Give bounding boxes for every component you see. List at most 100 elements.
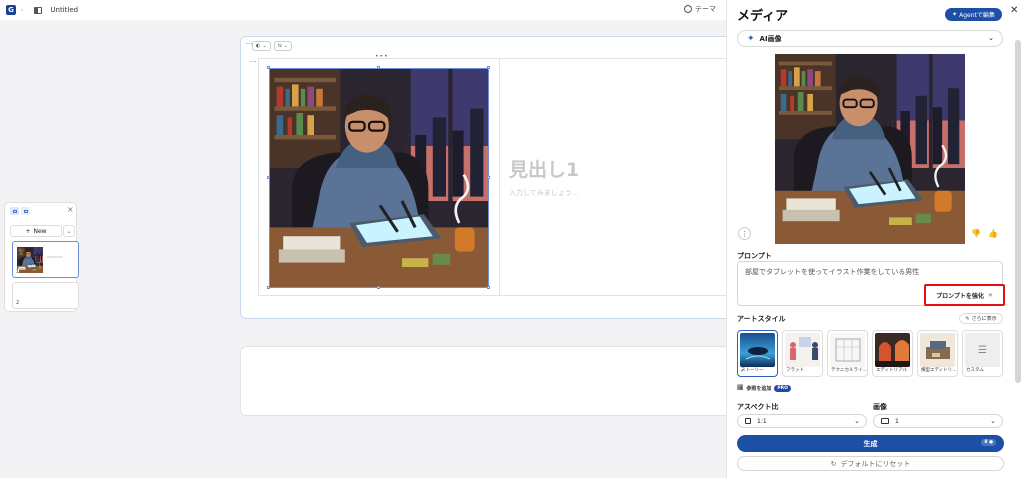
grid-view-icon[interactable]	[21, 207, 30, 215]
show-more-label: さらに表示	[971, 316, 997, 322]
generated-image-preview[interactable]	[775, 54, 965, 244]
close-icon[interactable]: ×	[67, 205, 74, 214]
horizontal-editorial-style-preview	[920, 333, 955, 367]
chevron-down-icon: ⌄	[283, 43, 288, 49]
new-slide-button[interactable]: + New	[10, 225, 62, 237]
column-divider	[499, 58, 500, 296]
image-count-value: 1	[895, 417, 899, 425]
resize-handle[interactable]	[487, 286, 490, 289]
aspect-ratio-value: 1:1	[757, 417, 767, 425]
image-add-icon: 🖼	[737, 385, 744, 391]
card-toolbar: ◐ ⌄ ⇆ ⌄	[252, 41, 292, 51]
generate-button[interactable]: 生成 8 ●	[737, 435, 1004, 452]
app-logo-icon[interactable]: G	[6, 5, 16, 15]
chevron-down-icon: ⌄	[262, 43, 267, 49]
art-style-name: カスタム	[966, 368, 984, 373]
image-count-label: 画像	[873, 403, 887, 411]
new-slide-label: New	[33, 227, 47, 235]
chevron-down-icon: ⌄	[988, 34, 994, 42]
more-options-icon[interactable]: ⋮	[738, 227, 751, 240]
resize-handle[interactable]	[267, 66, 270, 69]
art-style-option[interactable]: フラット	[782, 330, 823, 377]
reset-default-button[interactable]: ↻ デフォルトにリセット	[737, 456, 1004, 471]
card-layout-tool[interactable]: ⇆ ⌄	[273, 41, 292, 51]
palette-icon	[684, 5, 692, 13]
drag-handle-icon[interactable]: ⋮	[245, 40, 253, 47]
magic-wand-icon: ✧	[987, 291, 993, 299]
image-icon	[881, 418, 889, 424]
art-style-option[interactable]: 横型エディトリ...	[917, 330, 958, 377]
square-icon	[745, 418, 751, 424]
block-handle-icon[interactable]: ⋮	[249, 58, 257, 65]
flat-style-preview	[785, 333, 820, 367]
close-icon[interactable]: ✕	[1010, 5, 1018, 16]
chevron-down-icon[interactable]: ⌄	[63, 225, 75, 237]
add-reference-button[interactable]: 🖼 参照を追加 PRO	[737, 383, 791, 393]
slide-thumbnail[interactable]: 2	[12, 282, 79, 309]
resize-handle[interactable]	[487, 176, 490, 179]
art-style-name: フラット	[786, 368, 804, 373]
thumbs-down-icon[interactable]: 👎	[971, 229, 981, 238]
enhance-prompt-button[interactable]: プロンプトを強化 ✧	[924, 284, 1005, 306]
image-source-select[interactable]: ✦ AI画像 ⌄	[737, 30, 1003, 47]
reset-default-label: デフォルトにリセット	[840, 459, 911, 468]
resize-handle[interactable]	[377, 66, 380, 69]
art-style-option[interactable]: ☰ カスタム	[962, 330, 1003, 377]
story-style-preview	[740, 333, 775, 367]
sidebar-toggle-icon[interactable]	[34, 6, 43, 14]
resize-handle[interactable]	[487, 66, 490, 69]
plus-icon: +	[25, 227, 31, 235]
credit-cost-badge: 8 ●	[981, 439, 996, 446]
add-reference-label: 参照を追加	[746, 385, 772, 392]
layout-icon: ⇆	[277, 43, 282, 49]
resize-handle[interactable]	[267, 286, 270, 289]
art-style-name: テクニカルライ...	[831, 368, 867, 373]
slide-thumbnail-image	[17, 247, 43, 273]
slide-card[interactable]	[240, 346, 740, 416]
slide-heading[interactable]: 見出し1	[509, 155, 579, 182]
thumbs-up-icon[interactable]: 👍	[988, 229, 998, 238]
technical-style-preview	[830, 333, 865, 367]
show-more-button[interactable]: ✎ さらに表示	[959, 313, 1003, 324]
resize-handle[interactable]	[267, 176, 270, 179]
art-style-name: ストーリー	[741, 368, 764, 373]
prompt-label: プロンプト	[737, 252, 772, 260]
pro-badge: PRO	[774, 384, 791, 392]
chevron-down-icon: ⌄	[854, 417, 860, 425]
document-title[interactable]: Untitled	[50, 6, 78, 14]
slide-thumbnail-text-line	[47, 256, 63, 258]
generate-label: 生成	[863, 439, 878, 448]
slide-number: 1	[16, 269, 20, 275]
agent-edit-label: Agentで編集	[959, 12, 995, 19]
breadcrumb-separator: ›	[21, 6, 24, 14]
slide-thumbnail[interactable]: 1	[12, 241, 79, 278]
art-style-name: エディトリアル	[876, 368, 908, 373]
aspect-ratio-select[interactable]: 1:1 ⌄	[737, 414, 867, 428]
palette-icon: ◐	[256, 43, 261, 49]
slide-body-placeholder[interactable]: 入力してみましょう...	[509, 188, 578, 198]
media-panel: メディア ✦ Agentで編集 ✕ ✦ AI画像 ⌄ ⋮ 👎 👍 プロンプト 部…	[726, 0, 1024, 478]
pencil-icon: ✎	[965, 315, 970, 322]
resize-handle[interactable]	[377, 286, 380, 289]
panel-title: メディア	[737, 9, 789, 24]
image-count-select[interactable]: 1 ⌄	[873, 414, 1003, 428]
card-theme-tool[interactable]: ◐ ⌄	[252, 41, 271, 51]
slide-image[interactable]	[269, 68, 489, 288]
list-view-icon[interactable]	[10, 207, 19, 215]
sparkle-icon: ✦	[952, 11, 958, 18]
theme-label: テーマ	[695, 5, 716, 13]
top-bar: G › Untitled テーマ	[0, 0, 726, 20]
aspect-ratio-label: アスペクト比	[737, 403, 779, 411]
agent-edit-button[interactable]: ✦ Agentで編集	[945, 8, 1002, 21]
slide-navigator: × + New ⌄ 1 2	[4, 202, 79, 312]
art-style-option[interactable]: テクニカルライ...	[827, 330, 868, 377]
art-style-name: 横型エディトリ...	[921, 368, 957, 373]
art-style-option[interactable]: エディトリアル	[872, 330, 913, 377]
theme-button[interactable]: テーマ	[684, 4, 716, 14]
slide-number: 2	[16, 300, 20, 306]
scrollbar[interactable]	[1015, 40, 1021, 383]
chevron-down-icon: ⌄	[990, 417, 996, 425]
reset-icon: ↻	[830, 459, 837, 468]
view-toggle	[10, 207, 30, 215]
check-icon: ✓	[740, 368, 745, 374]
